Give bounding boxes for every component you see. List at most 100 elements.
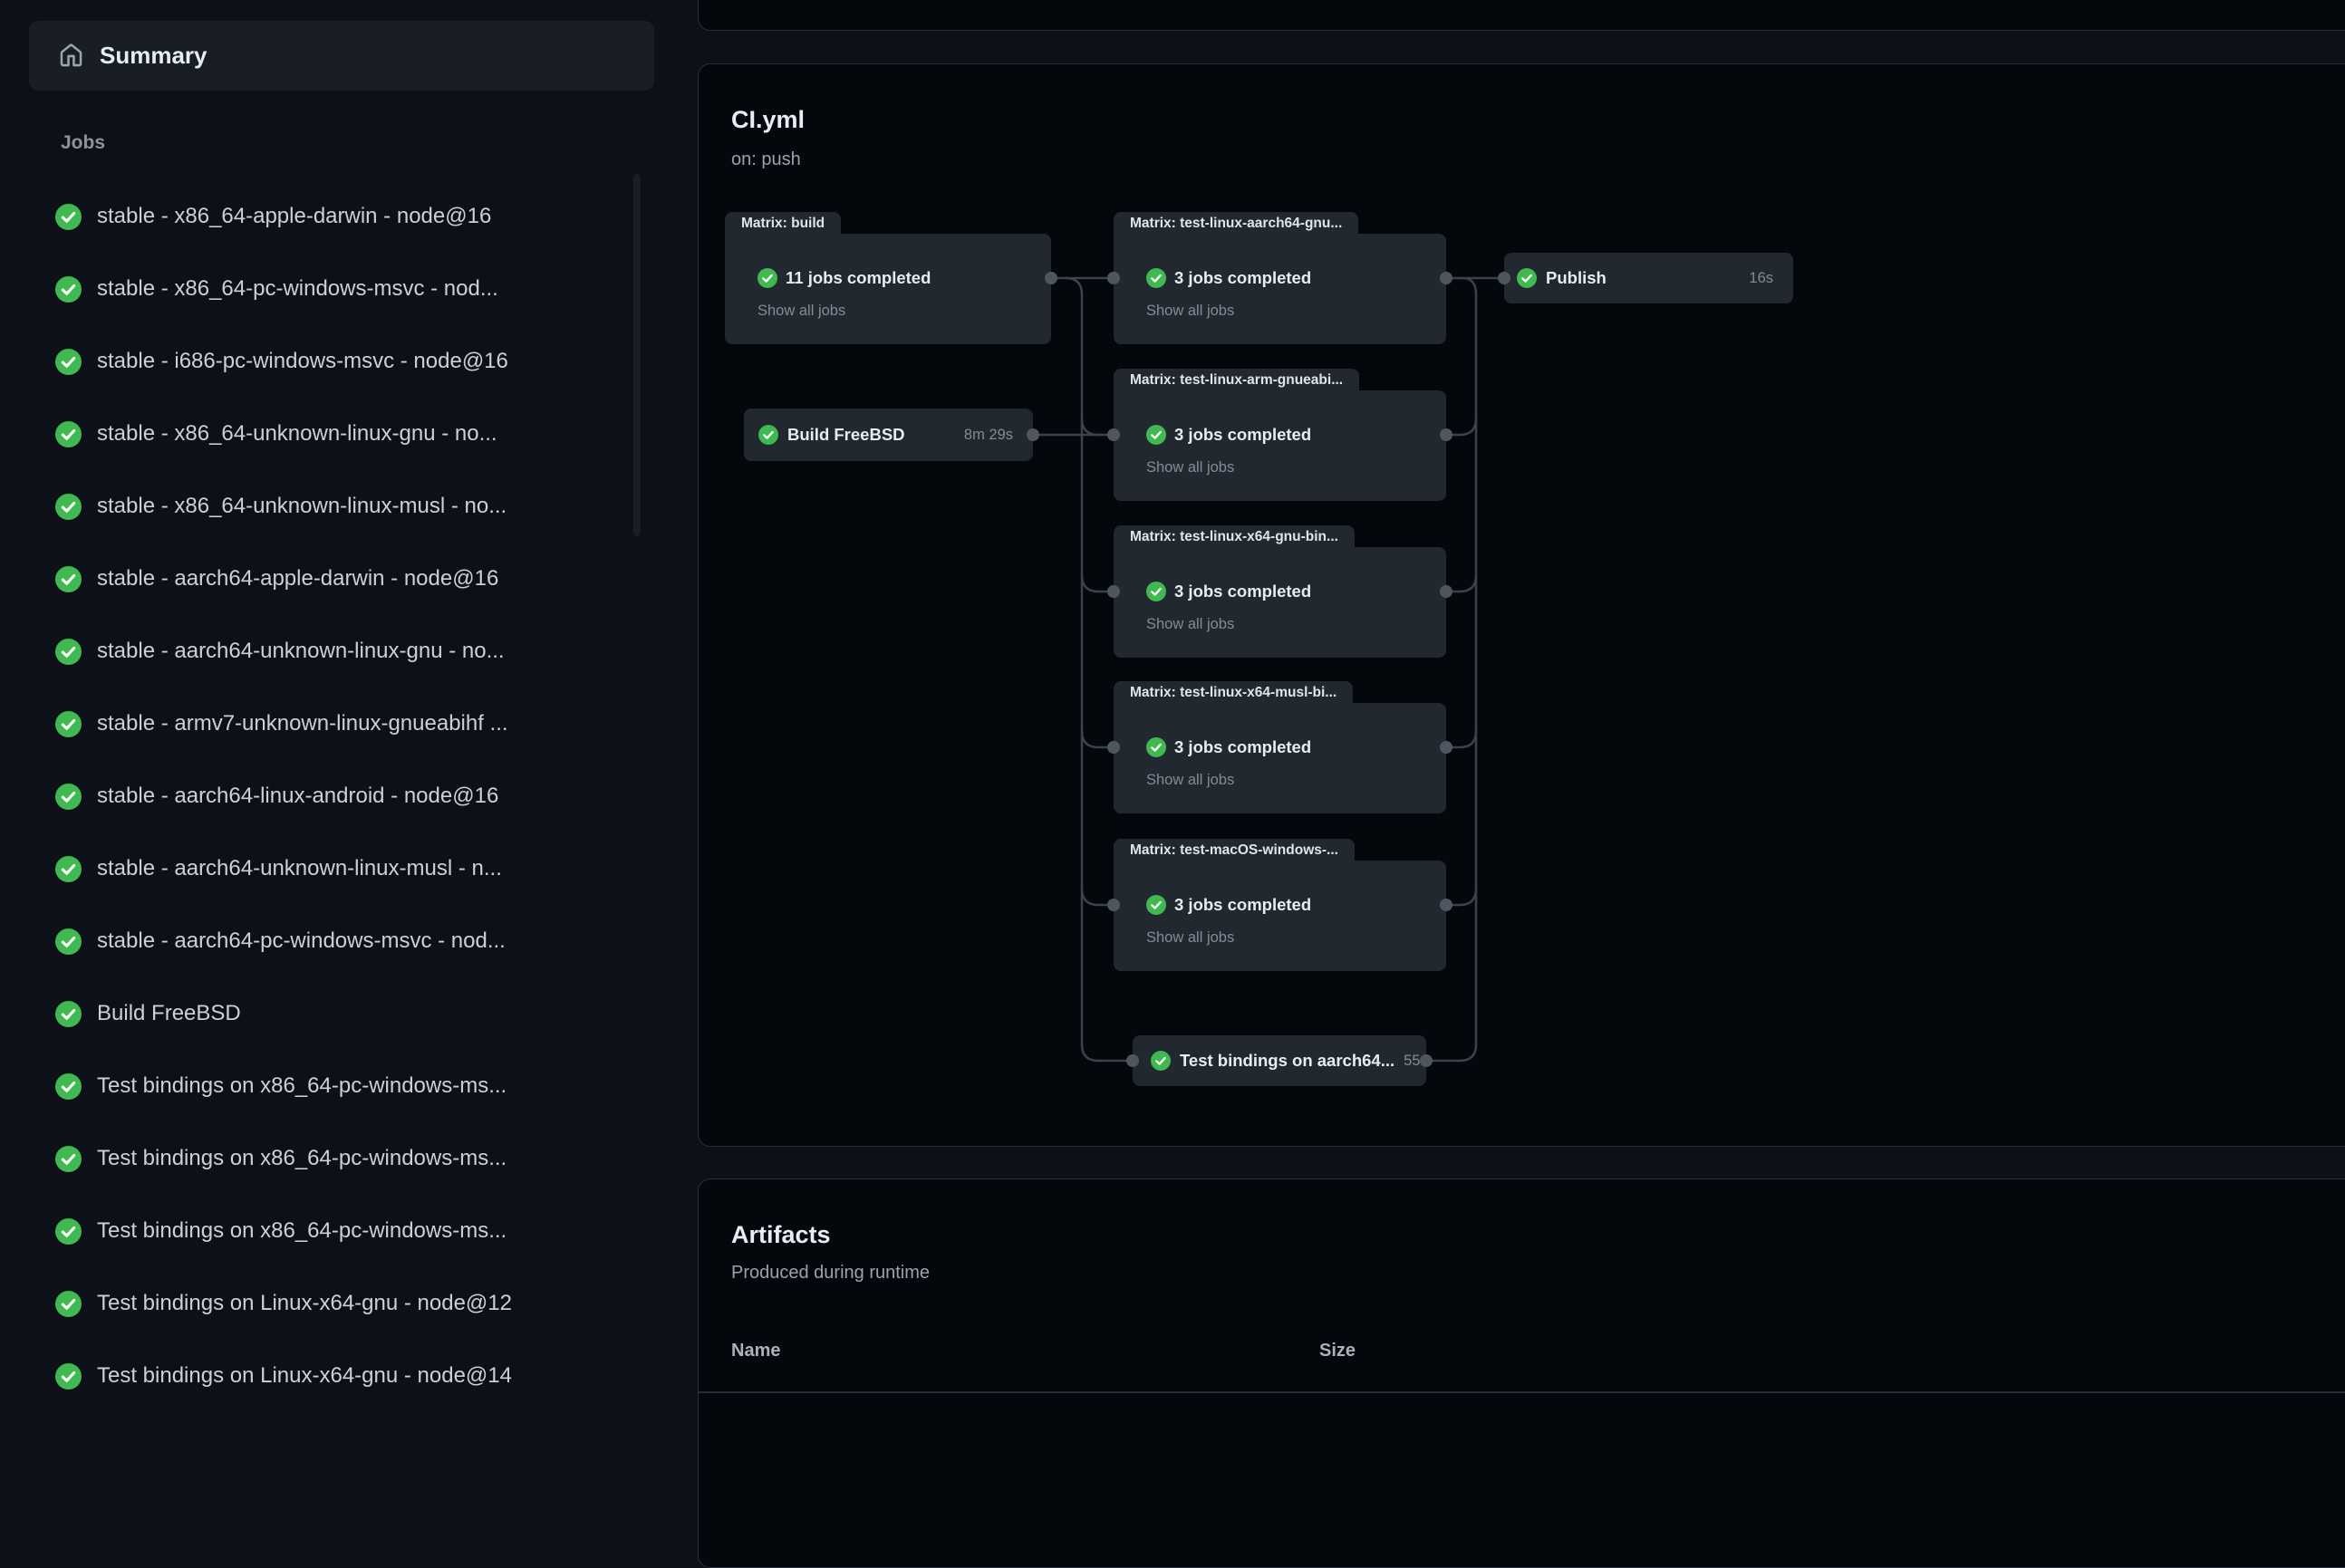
sidebar-job-item[interactable]: stable - aarch64-unknown-linux-musl - n.… (0, 832, 671, 905)
check-circle-icon (1151, 1051, 1171, 1071)
home-icon (59, 43, 83, 68)
job-label: stable - x86_64-apple-darwin - node@16 (97, 204, 491, 229)
check-circle-icon (55, 1363, 82, 1390)
artifacts-table-divider (699, 1391, 2345, 1393)
job-label: stable - armv7-unknown-linux-gnueabihf .… (97, 711, 508, 736)
job-label: stable - aarch64-unknown-linux-gnu - no.… (97, 639, 505, 664)
artifacts-title: Artifacts (731, 1221, 831, 1249)
node-status-text: 3 jobs completed (1174, 737, 1311, 757)
node-label: Build FreeBSD (787, 425, 905, 445)
sidebar-job-item[interactable]: Build FreeBSD (0, 977, 671, 1050)
check-circle-icon (1146, 425, 1166, 445)
sidebar: Summary Jobs stable - x86_64-apple-darwi… (0, 0, 686, 1415)
check-circle-icon (1146, 737, 1166, 757)
show-all-jobs-link[interactable]: Show all jobs (1146, 772, 1234, 789)
check-circle-icon (55, 784, 82, 810)
artifacts-column-size: Size (1319, 1341, 1356, 1361)
check-circle-icon (55, 711, 82, 737)
matrix-tab-label: Matrix: test-macOS-windows-... (1114, 839, 1355, 861)
check-circle-icon (758, 425, 778, 445)
node-status-text: 3 jobs completed (1174, 895, 1311, 915)
check-circle-icon (55, 639, 82, 665)
workflow-graph: Matrix: build 11 jobs completed Show all… (699, 64, 2345, 1148)
job-label: stable - aarch64-unknown-linux-musl - n.… (97, 856, 502, 881)
graph-node-matrix-test-linux-aarch64-gnu[interactable]: Matrix: test-linux-aarch64-gnu... 3 jobs… (1114, 212, 1446, 344)
job-label: Test bindings on Linux-x64-gnu - node@14 (97, 1363, 512, 1389)
check-circle-icon (1146, 268, 1166, 288)
sidebar-job-item[interactable]: stable - i686-pc-windows-msvc - node@16 (0, 325, 671, 398)
graph-node-matrix-test-linux-x64-gnu[interactable]: Matrix: test-linux-x64-gnu-bin... 3 jobs… (1114, 525, 1446, 658)
node-label: Publish (1546, 268, 1607, 288)
sidebar-scrollbar[interactable] (633, 174, 641, 536)
job-label: stable - x86_64-pc-windows-msvc - nod... (97, 276, 498, 302)
check-circle-icon (55, 1073, 82, 1100)
sidebar-job-item[interactable]: Test bindings on x86_64-pc-windows-ms... (0, 1122, 671, 1195)
check-circle-icon (55, 856, 82, 882)
check-circle-icon (55, 1218, 82, 1245)
artifacts-subtitle: Produced during runtime (731, 1263, 930, 1284)
sidebar-job-item[interactable]: stable - aarch64-unknown-linux-gnu - no.… (0, 615, 671, 688)
job-label: Test bindings on x86_64-pc-windows-ms... (97, 1218, 507, 1244)
sidebar-job-item[interactable]: stable - aarch64-pc-windows-msvc - nod..… (0, 905, 671, 977)
node-status-text: 3 jobs completed (1174, 582, 1311, 601)
job-label: Test bindings on x86_64-pc-windows-ms... (97, 1146, 507, 1171)
show-all-jobs-link[interactable]: Show all jobs (1146, 929, 1234, 947)
job-label: stable - aarch64-apple-darwin - node@16 (97, 566, 498, 592)
sidebar-job-item[interactable]: Test bindings on Linux-x64-gnu - node@14 (0, 1340, 671, 1412)
graph-node-matrix-build[interactable]: Matrix: build 11 jobs completed Show all… (725, 212, 1051, 344)
check-circle-icon (55, 204, 82, 230)
sidebar-job-item[interactable]: stable - armv7-unknown-linux-gnueabihf .… (0, 688, 671, 760)
node-status-text: 3 jobs completed (1174, 425, 1311, 445)
show-all-jobs-link[interactable]: Show all jobs (758, 303, 845, 320)
graph-node-matrix-test-linux-x64-musl[interactable]: Matrix: test-linux-x64-musl-bi... 3 jobs… (1114, 681, 1446, 813)
show-all-jobs-link[interactable]: Show all jobs (1146, 459, 1234, 476)
show-all-jobs-link[interactable]: Show all jobs (1146, 616, 1234, 633)
summary-label: Summary (100, 42, 207, 70)
graph-node-matrix-test-macos-windows[interactable]: Matrix: test-macOS-windows-... 3 jobs co… (1114, 839, 1446, 971)
sidebar-job-item[interactable]: Test bindings on x86_64-pc-windows-ms... (0, 1050, 671, 1122)
check-circle-icon (55, 928, 82, 955)
check-circle-icon (55, 421, 82, 447)
check-circle-icon (55, 1291, 82, 1317)
node-duration: 8m 29s (964, 427, 1013, 444)
matrix-tab-label: Matrix: test-linux-aarch64-gnu... (1114, 212, 1358, 234)
sidebar-job-item[interactable]: Test bindings on Linux-x64-gnu - node@12 (0, 1267, 671, 1340)
job-label: stable - i686-pc-windows-msvc - node@16 (97, 349, 508, 374)
check-circle-icon (1146, 582, 1166, 601)
matrix-tab-label: Matrix: build (725, 212, 841, 234)
sidebar-job-item[interactable]: Test bindings on x86_64-pc-windows-ms... (0, 1195, 671, 1267)
sidebar-job-item[interactable]: stable - x86_64-pc-windows-msvc - nod... (0, 253, 671, 325)
check-circle-icon (55, 566, 82, 592)
job-label: stable - x86_64-unknown-linux-gnu - no..… (97, 421, 497, 447)
jobs-section-header: Jobs (61, 132, 105, 154)
check-circle-icon (1146, 895, 1166, 915)
previous-section-card-edge (698, 0, 2345, 31)
node-duration: 16s (1749, 270, 1773, 287)
check-circle-icon (1517, 268, 1537, 288)
show-all-jobs-link[interactable]: Show all jobs (1146, 303, 1234, 320)
workflow-graph-card: CI.yml on: push Matrix: build 11 jobs co… (698, 63, 2345, 1147)
check-circle-icon (55, 1001, 82, 1027)
sidebar-job-item[interactable]: stable - x86_64-unknown-linux-gnu - no..… (0, 398, 671, 470)
graph-node-build-freebsd[interactable]: Build FreeBSD 8m 29s (744, 409, 1033, 461)
job-label: Test bindings on Linux-x64-gnu - node@12 (97, 1291, 512, 1316)
job-label: Test bindings on x86_64-pc-windows-ms... (97, 1073, 507, 1099)
sidebar-item-summary[interactable]: Summary (29, 21, 654, 91)
graph-node-test-bindings-aarch64[interactable]: Test bindings on aarch64... 55s (1133, 1035, 1426, 1086)
job-label: stable - aarch64-pc-windows-msvc - nod..… (97, 928, 506, 954)
matrix-tab-label: Matrix: test-linux-x64-musl-bi... (1114, 681, 1353, 703)
sidebar-job-item[interactable]: stable - aarch64-linux-android - node@16 (0, 760, 671, 832)
matrix-tab-label: Matrix: test-linux-arm-gnueabi... (1114, 369, 1359, 390)
sidebar-job-item[interactable]: stable - x86_64-unknown-linux-musl - no.… (0, 470, 671, 543)
check-circle-icon (55, 1146, 82, 1172)
node-status-text: 11 jobs completed (786, 268, 931, 288)
node-label: Test bindings on aarch64... (1180, 1051, 1394, 1071)
node-duration: 55s (1404, 1053, 1428, 1070)
sidebar-job-item[interactable]: stable - x86_64-apple-darwin - node@16 (0, 180, 671, 253)
sidebar-job-item[interactable]: stable - aarch64-apple-darwin - node@16 (0, 543, 671, 615)
graph-node-publish[interactable]: Publish 16s (1504, 253, 1793, 303)
node-status-text: 3 jobs completed (1174, 268, 1311, 288)
graph-node-matrix-test-linux-arm-gnueabi[interactable]: Matrix: test-linux-arm-gnueabi... 3 jobs… (1114, 369, 1446, 501)
jobs-list: stable - x86_64-apple-darwin - node@16 s… (0, 180, 671, 1412)
check-circle-icon (55, 494, 82, 520)
